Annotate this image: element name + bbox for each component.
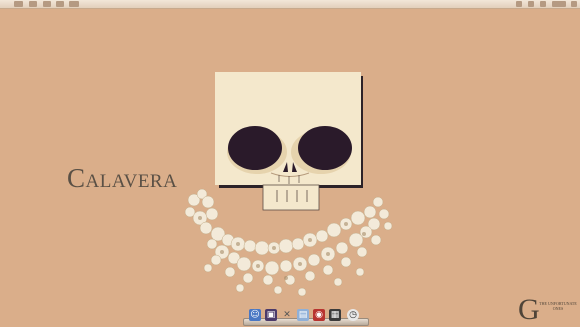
- preview-icon[interactable]: ▤: [297, 309, 309, 321]
- menu-item[interactable]: [43, 1, 51, 7]
- left-eye: [228, 126, 282, 170]
- menu-item[interactable]: [14, 1, 23, 7]
- logo-letter: G: [518, 293, 540, 326]
- status-icon[interactable]: [540, 1, 546, 7]
- right-eye: [298, 126, 352, 170]
- menu-item[interactable]: [69, 1, 79, 7]
- menu-bar: [0, 0, 580, 9]
- finder-icon[interactable]: ☺: [249, 309, 261, 321]
- clock-status[interactable]: [552, 1, 566, 7]
- corner-logo: G The Unfortunate Ones: [518, 293, 580, 326]
- calendar-icon[interactable]: ▦: [329, 309, 341, 321]
- menu-item[interactable]: [29, 1, 37, 7]
- spotlight-icon[interactable]: [571, 1, 577, 7]
- menu-item[interactable]: [56, 1, 64, 7]
- wallpaper-title: Calavera: [67, 163, 178, 193]
- clock-icon[interactable]: ◷: [347, 309, 359, 321]
- tools-icon[interactable]: ✕: [281, 309, 293, 321]
- photo-icon[interactable]: ▣: [265, 309, 277, 321]
- logo-text: The Unfortunate Ones: [539, 301, 577, 311]
- dock: ☺ ▣ ✕ ▤ ◉ ▦ ◷: [243, 306, 369, 326]
- status-icon[interactable]: [528, 1, 534, 7]
- photo-booth-icon[interactable]: ◉: [313, 309, 325, 321]
- flower-garland: [184, 188, 393, 297]
- status-icon[interactable]: [516, 1, 522, 7]
